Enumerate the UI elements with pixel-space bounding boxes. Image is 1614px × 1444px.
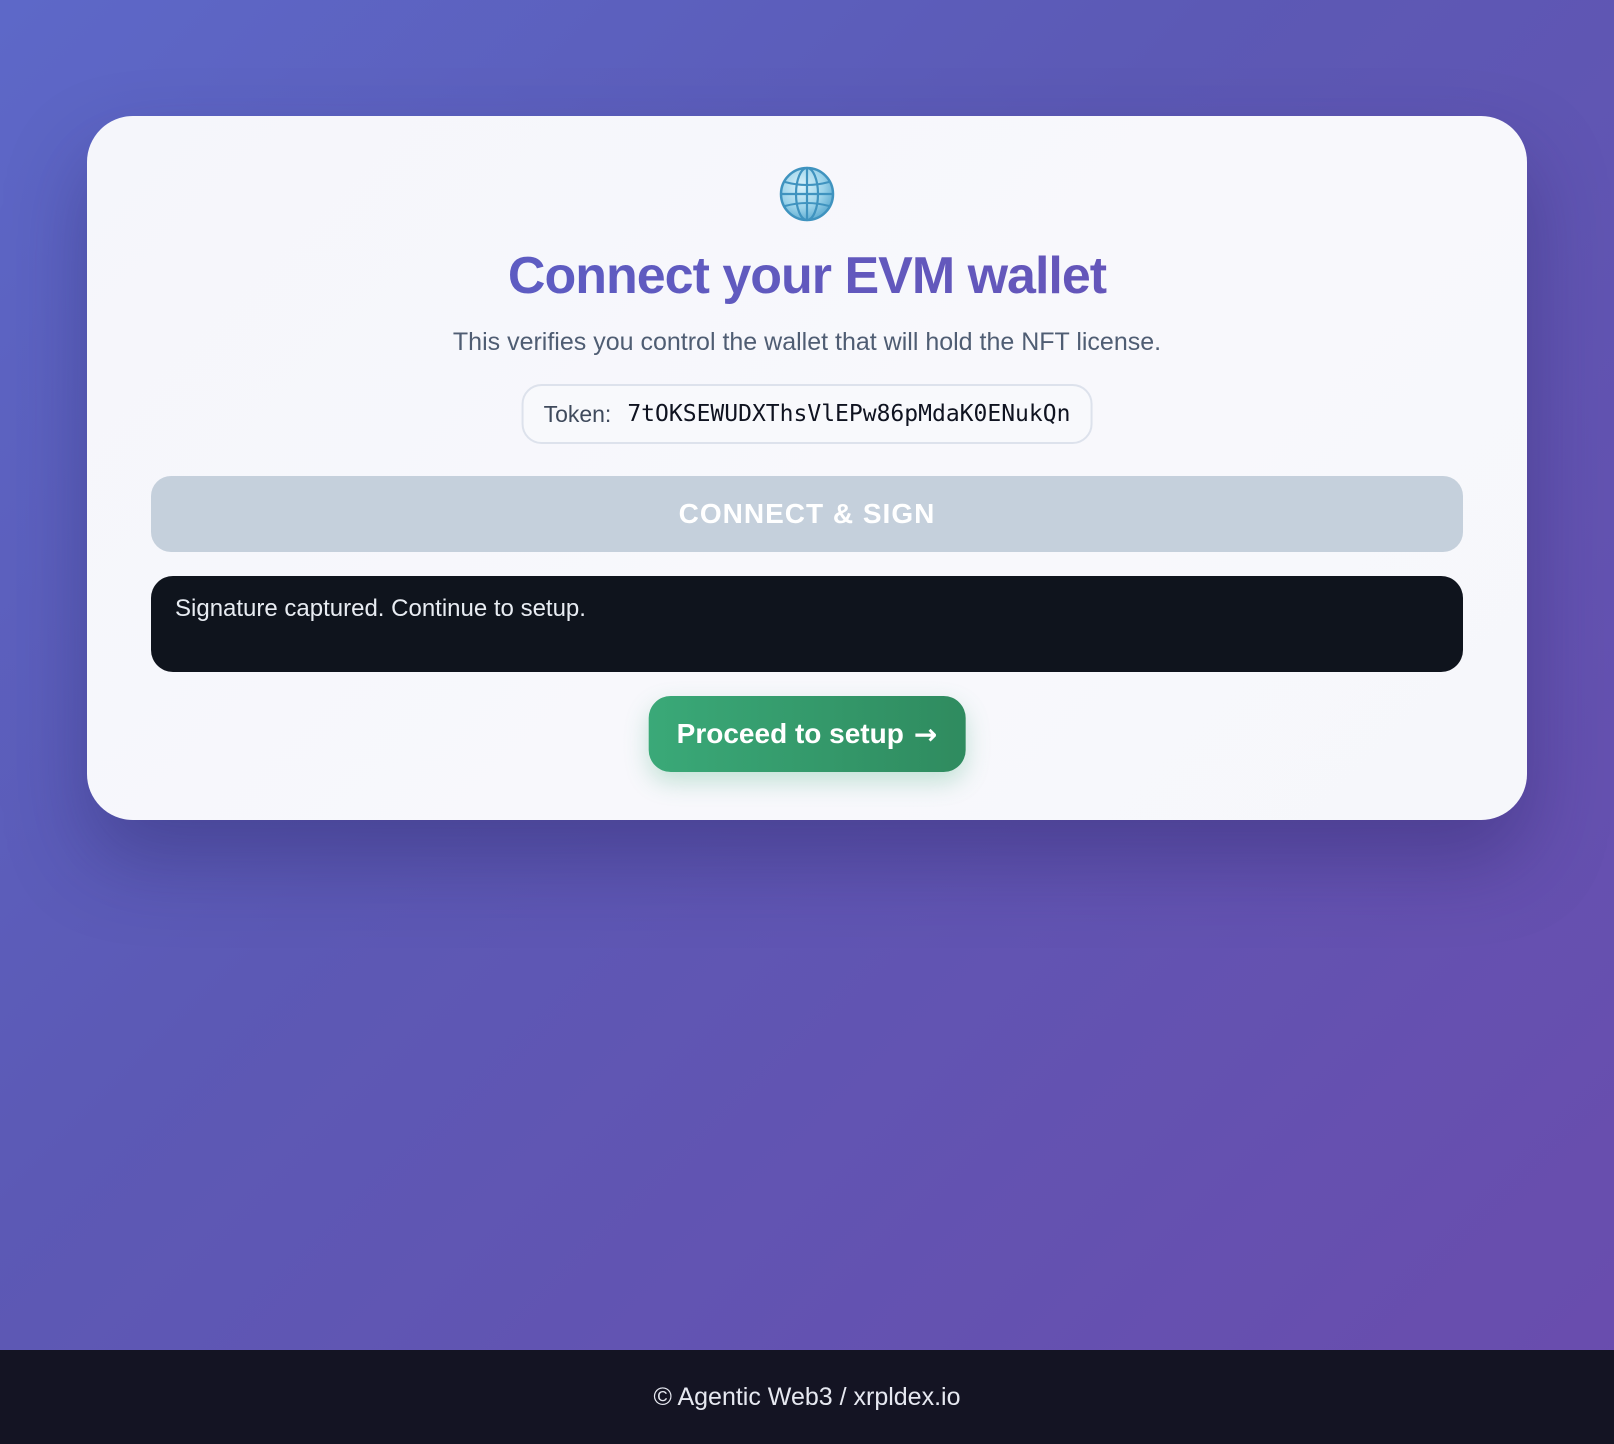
footer-text: © Agentic Web3 / xrpldex.io <box>653 1382 961 1411</box>
connect-sign-button[interactable]: CONNECT & SIGN <box>151 476 1463 552</box>
page-subtitle: This verifies you control the wallet tha… <box>452 328 1162 356</box>
token-value: 7tOKSEWUDXThsVlEPw86pMdaK0ENukQn <box>627 401 1071 427</box>
arrow-right-icon: → <box>913 717 938 751</box>
wallet-connect-card: Connect your EVM wallet This verifies yo… <box>87 116 1527 820</box>
token-label: Token: <box>543 400 612 427</box>
footer: © Agentic Web3 / xrpldex.io <box>0 1350 1614 1444</box>
proceed-to-setup-button[interactable]: Proceed to setup → <box>648 696 966 772</box>
proceed-label: Proceed to setup <box>676 718 904 749</box>
page-title: Connect your EVM wallet <box>87 246 1527 306</box>
status-message: Signature captured. Continue to setup. <box>151 576 1463 672</box>
globe-icon <box>779 166 835 222</box>
token-display: Token: 7tOKSEWUDXThsVlEPw86pMdaK0ENukQn <box>521 384 1093 444</box>
